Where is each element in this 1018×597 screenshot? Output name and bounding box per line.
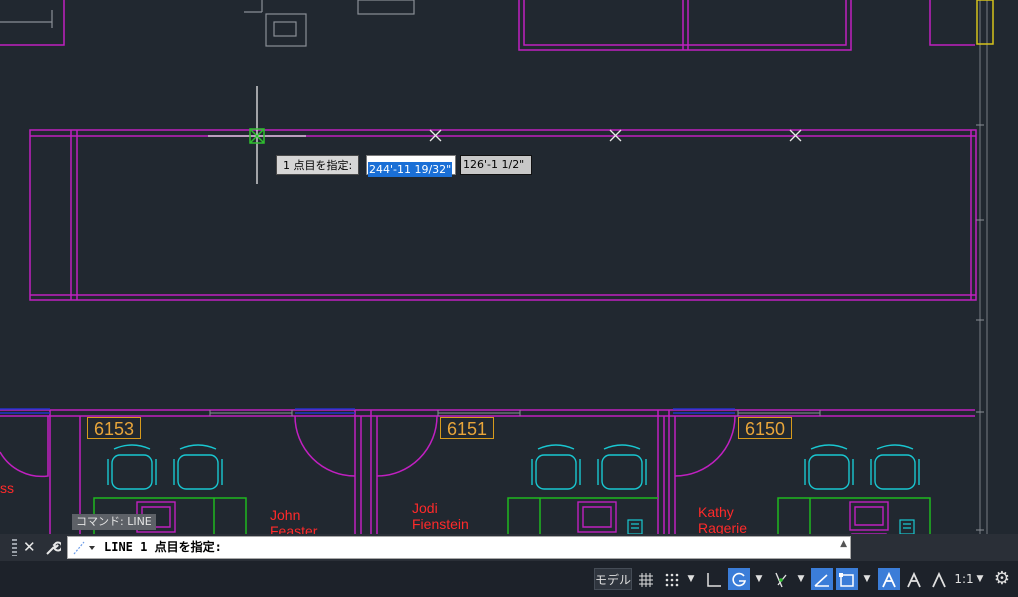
model-tab-button[interactable]: モデル <box>594 568 632 590</box>
wrench-icon[interactable] <box>45 534 63 561</box>
osnap-icon[interactable] <box>836 568 858 590</box>
snap-icon[interactable] <box>662 568 682 590</box>
dynamic-input-y-field[interactable]: 126'-1 1/2" <box>460 155 532 175</box>
autoscale-icon[interactable] <box>903 568 925 590</box>
annotation-scale-value[interactable]: 1:1 <box>954 568 974 590</box>
close-icon[interactable]: ✕ <box>23 534 36 561</box>
command-line-bar: ✕ LINE 1 点目を指定: ▲ <box>0 534 1018 561</box>
ortho-icon[interactable] <box>703 568 725 590</box>
scroll-up-icon[interactable]: ▲ <box>840 539 847 549</box>
dynamic-input-x-field[interactable]: 244'-11 19/32" <box>366 155 456 177</box>
isodraft-dropdown-icon[interactable]: ▼ <box>795 568 807 590</box>
osnap-dropdown-icon[interactable]: ▼ <box>861 568 873 590</box>
polar-dropdown-icon[interactable]: ▼ <box>753 568 765 590</box>
grid-icon[interactable] <box>636 568 656 590</box>
room-number-6153: 6153 <box>87 417 142 439</box>
occupant-name-jodi-fienstein: Jodi Fienstein <box>412 500 469 532</box>
dynamic-input-prompt: 1 点目を指定: <box>276 155 360 175</box>
isodraft-icon[interactable] <box>770 568 792 590</box>
polar-icon[interactable] <box>728 568 750 590</box>
command-line-text: LINE 1 点目を指定: <box>104 540 222 554</box>
partial-text-label: ss <box>0 480 14 496</box>
drawing-canvas[interactable] <box>0 0 1018 597</box>
osnap-track-icon[interactable] <box>811 568 833 590</box>
top-wall-fragments <box>0 0 975 51</box>
occupant-name-kathy-ragerie: Kathy Ragerie <box>698 504 748 536</box>
scale-dropdown-icon[interactable]: ▼ <box>974 568 986 590</box>
snap-dropdown-icon[interactable]: ▼ <box>685 568 697 590</box>
drag-handle-icon[interactable] <box>12 539 17 556</box>
annotation-visibility-icon[interactable] <box>878 568 900 590</box>
annotation-scale-icon[interactable] <box>928 568 950 590</box>
command-history-line: コマンド: LINE <box>72 514 156 530</box>
command-input[interactable]: LINE 1 点目を指定: ▲ <box>67 536 851 559</box>
top-furniture <box>0 0 988 560</box>
room-number-6150: 6150 <box>738 417 793 439</box>
status-bar: モデル ▼ ▼ ▼ ▼ 1:1 ▼ ⚙ <box>0 561 1018 597</box>
gear-icon[interactable]: ⚙ <box>991 568 1013 590</box>
recent-commands-icon[interactable] <box>72 539 98 556</box>
chairs <box>107 444 920 490</box>
dynamic-input-x-value: 244'-11 19/32" <box>368 162 453 177</box>
room-number-6151: 6151 <box>440 417 495 439</box>
